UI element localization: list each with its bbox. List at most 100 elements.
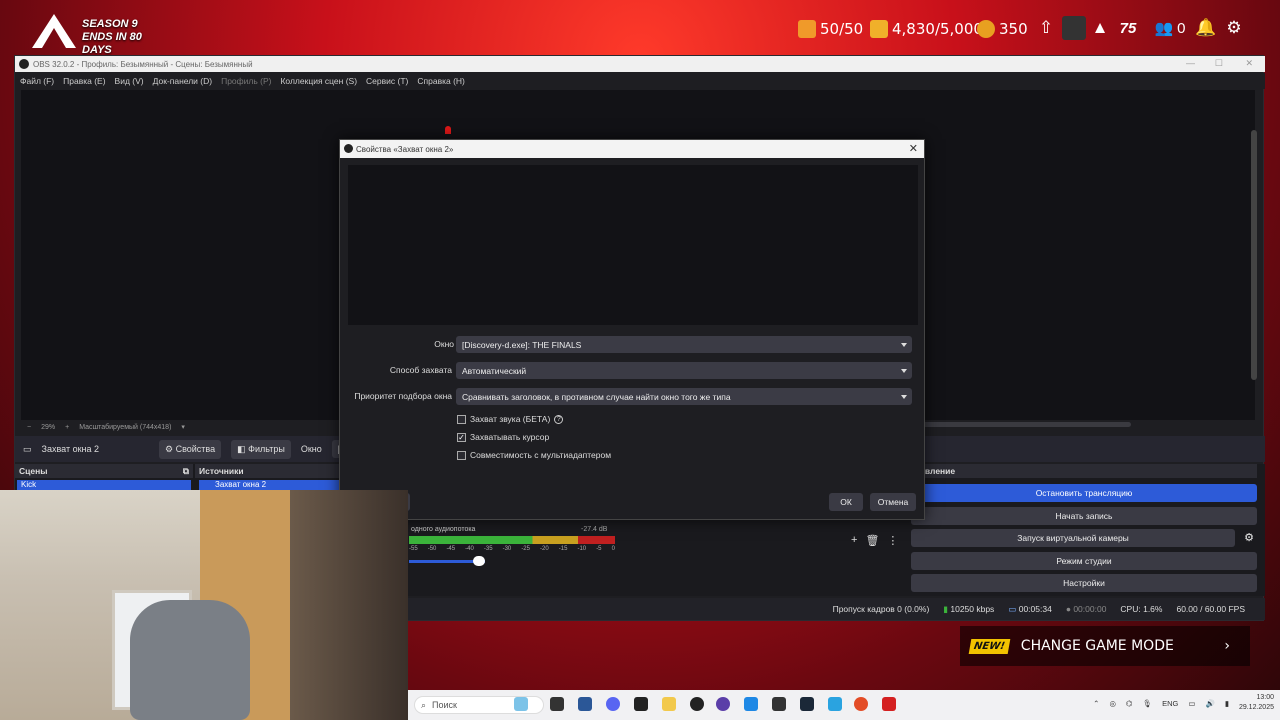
avatar[interactable] <box>1062 16 1086 40</box>
minimize-icon[interactable]: — <box>1186 58 1195 68</box>
obs-logo-icon <box>19 59 29 69</box>
properties-button[interactable]: ⚙ Свойства <box>159 439 222 459</box>
monitor-icon[interactable]: ▭ <box>1188 699 1195 708</box>
task-view-icon[interactable] <box>550 697 564 711</box>
streamer <box>290 490 408 720</box>
menu-profile[interactable]: Профиль (P) <box>221 76 271 86</box>
tray-app-icon[interactable]: ◎ <box>1109 699 1116 708</box>
app-icon-3[interactable] <box>772 697 786 711</box>
window-priority-label: Приоритет подбора окна <box>354 391 452 401</box>
language-indicator[interactable]: ENG <box>1162 699 1178 708</box>
change-game-mode-label: CHANGE GAME MODE <box>1020 638 1174 654</box>
zoom-in-button[interactable]: + <box>65 424 69 431</box>
chevron-down-icon[interactable]: ▾ <box>181 423 185 431</box>
mic-icon[interactable]: 🎙 <box>1143 699 1153 708</box>
more-icon[interactable]: ⋮ <box>887 534 898 547</box>
resource-1: 50/50 <box>798 16 863 42</box>
menu-help[interactable]: Справка (H) <box>417 76 465 86</box>
cpu-usage: CPU: 1.6% <box>1120 604 1163 614</box>
maximize-icon[interactable]: ☐ <box>1215 58 1223 69</box>
dialog-preview <box>348 165 918 325</box>
window-dropdown[interactable]: [Discovery-d.exe]: THE FINALS <box>456 336 912 353</box>
checkbox-checked[interactable]: ✓ <box>457 432 466 442</box>
change-game-mode-button[interactable]: NEW! CHANGE GAME MODE › <box>960 626 1250 666</box>
close-icon[interactable]: ✕ <box>909 142 918 155</box>
studio-mode-button[interactable]: Режим студии <box>911 552 1257 570</box>
trash-icon[interactable]: 🗑 <box>865 534 879 547</box>
the-finals-icon[interactable] <box>882 697 896 711</box>
dialog-title: Свойства «Захват окна 2» <box>356 144 454 154</box>
capture-cursor-checkbox[interactable]: ✓ Захватывать курсор <box>457 432 549 442</box>
taskbar: ⌕ Поиск ⌃ ◎ ⌬ 🎙 ENG ▭ 🔊 ▮ 13:00 29.12.2025 <box>408 690 1280 720</box>
capture-method-dropdown[interactable]: Автоматический <box>456 362 912 379</box>
filters-button[interactable]: ◧ Фильтры <box>231 439 291 459</box>
help-icon[interactable]: ? <box>554 414 564 424</box>
dropped-frames: Пропуск кадров 0 (0.0%) <box>832 604 930 614</box>
obs-taskbar-icon-2[interactable] <box>690 697 704 711</box>
battery-icon[interactable]: ▮ <box>1225 699 1229 708</box>
word-icon[interactable] <box>578 697 592 711</box>
chevron-up-icon[interactable]: ⌃ <box>1093 699 1099 708</box>
menu-docks[interactable]: Док-панели (D) <box>153 76 212 86</box>
undock-icon[interactable]: ⧉ <box>183 464 189 478</box>
multiadapter-checkbox[interactable]: Совместимость с мультиадаптером <box>457 450 611 460</box>
menu-edit[interactable]: Правка (E) <box>63 76 105 86</box>
scene-item-kick[interactable]: Kick <box>17 480 191 490</box>
resource-3: 350 <box>977 16 1028 42</box>
capture-audio-checkbox[interactable]: Захват звука (БЕТА)? <box>457 414 564 424</box>
capture-method-label: Способ захвата <box>389 365 452 375</box>
chevron-right-icon: › <box>1224 638 1230 654</box>
menu-tools[interactable]: Сервис (T) <box>366 76 408 86</box>
notifications-icon[interactable]: 🔔 <box>1194 16 1218 40</box>
stop-stream-button[interactable]: Остановить трансляцию <box>911 484 1257 502</box>
active-source-name: Захват окна 2 <box>41 444 99 454</box>
menu-file[interactable]: Файл (F) <box>20 76 54 86</box>
stream-icon: ▭ <box>1008 603 1017 614</box>
menu-scene-collection[interactable]: Коллекция сцен (S) <box>280 76 357 86</box>
clock[interactable]: 13:00 29.12.2025 <box>1239 693 1274 713</box>
network-icon[interactable]: ⌬ <box>1126 699 1133 708</box>
scale-mode[interactable]: Масштабируемый (744x418) <box>79 424 171 431</box>
controls-header: равление <box>911 464 1257 478</box>
system-tray: ⌃ ◎ ⌬ 🎙 ENG ▭ 🔊 ▮ 13:00 29.12.2025 <box>1093 693 1274 713</box>
virtual-camera-button[interactable]: Запуск виртуальной камеры <box>911 529 1235 547</box>
chevron-down-icon <box>901 368 907 373</box>
location-pin-icon <box>445 126 451 134</box>
gear-icon[interactable]: ⚙ <box>1222 16 1246 40</box>
steam-icon[interactable] <box>800 697 814 711</box>
ok-button[interactable]: ОК <box>829 493 863 511</box>
volume-slider-handle[interactable] <box>473 556 485 566</box>
explorer-icon[interactable] <box>662 697 676 711</box>
chevron-down-icon <box>901 394 907 399</box>
menu-view[interactable]: Вид (V) <box>115 76 144 86</box>
source-item[interactable]: Захват окна 2 <box>199 480 343 490</box>
app-icon-2[interactable] <box>744 697 758 711</box>
zoom-out-button[interactable]: − <box>27 424 31 431</box>
obs-taskbar-icon[interactable] <box>634 697 648 711</box>
add-icon[interactable]: + <box>851 534 857 547</box>
telegram-icon[interactable] <box>828 697 842 711</box>
rank-icon[interactable]: ▲ <box>1088 16 1112 40</box>
close-icon[interactable]: ✕ <box>1245 58 1253 69</box>
checkbox-unchecked[interactable] <box>457 414 466 424</box>
checkbox-unchecked[interactable] <box>457 450 466 460</box>
season-label: SEASON 9 <box>82 18 138 30</box>
resource-3-value: 350 <box>999 20 1028 38</box>
window-field-label: Окно <box>434 339 454 349</box>
friends-count[interactable]: 👥 0 <box>1150 16 1190 40</box>
obs-title-bar: OBS 32.0.2 - Профиль: Безымянный - Сцены… <box>15 56 1265 72</box>
app-icon[interactable] <box>716 697 730 711</box>
preview-scrollbar-vertical[interactable] <box>1251 130 1257 380</box>
settings-button[interactable]: Настройки <box>911 574 1257 592</box>
weather-icon[interactable] <box>514 697 528 711</box>
audio-meter <box>409 536 615 544</box>
xp-icon[interactable]: ⇧ <box>1034 16 1058 40</box>
discord-icon[interactable] <box>606 697 620 711</box>
audio-track-label: одного аудиопотока <box>411 526 476 533</box>
start-recording-button[interactable]: Начать запись <box>911 507 1257 525</box>
chrome-icon[interactable] <box>854 697 868 711</box>
cancel-button[interactable]: Отмена <box>870 493 916 511</box>
window-priority-dropdown[interactable]: Сравнивать заголовок, в противном случае… <box>456 388 912 405</box>
gear-icon[interactable]: ⚙ <box>1241 529 1257 547</box>
volume-icon[interactable]: 🔊 <box>1205 699 1214 708</box>
